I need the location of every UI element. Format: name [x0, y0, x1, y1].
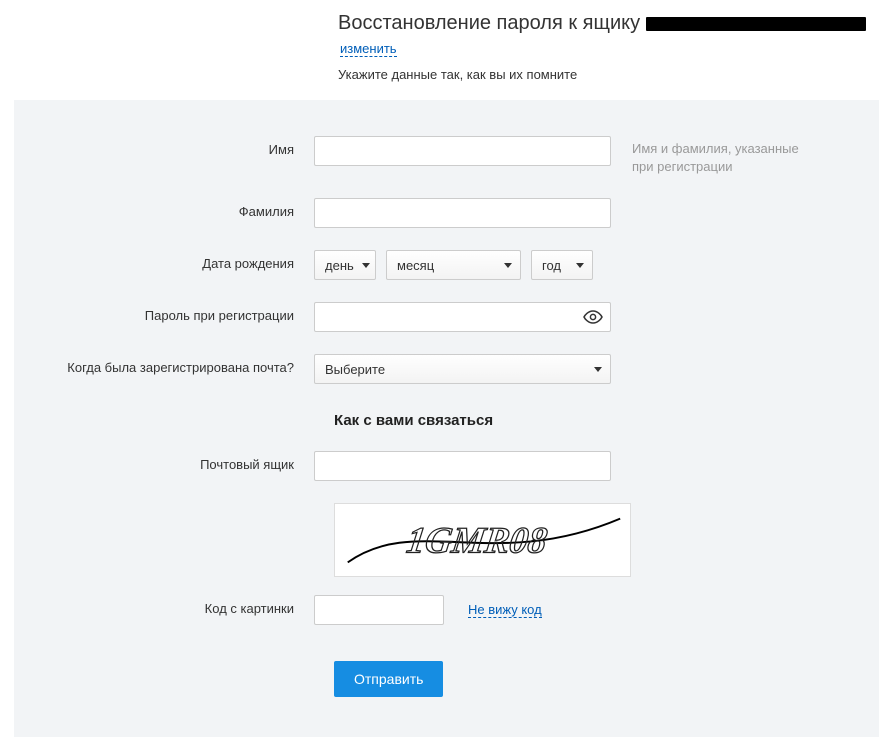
- recovery-form: Имя Имя и фамилия, указанные при регистр…: [14, 100, 879, 737]
- dob-day-select[interactable]: день: [314, 250, 376, 280]
- captcha-text: 1GMR08: [404, 521, 550, 562]
- last-name-input[interactable]: [314, 198, 611, 228]
- title-prefix: Восстановление пароля к ящику: [338, 12, 640, 35]
- label-password: Пароль при регистрации: [14, 302, 314, 323]
- redacted-email: [646, 17, 866, 31]
- dob-month-select[interactable]: месяц: [386, 250, 521, 280]
- submit-button[interactable]: Отправить: [334, 661, 443, 697]
- label-first-name: Имя: [14, 136, 314, 157]
- registered-when-label: Выберите: [325, 362, 385, 377]
- chevron-down-icon: [362, 263, 370, 268]
- page-title: Восстановление пароля к ящику изменить: [338, 12, 893, 57]
- label-last-name: Фамилия: [14, 198, 314, 219]
- chevron-down-icon: [504, 263, 512, 268]
- eye-icon[interactable]: [583, 310, 603, 324]
- page-subtitle: Укажите данные так, как вы их помните: [338, 67, 893, 82]
- change-email-link[interactable]: изменить: [340, 41, 397, 57]
- dob-day-label: день: [325, 258, 354, 273]
- registration-password-input[interactable]: [314, 302, 611, 332]
- chevron-down-icon: [576, 263, 584, 268]
- dob-year-select[interactable]: год: [531, 250, 593, 280]
- mailbox-input[interactable]: [314, 451, 611, 481]
- label-captcha: Код с картинки: [14, 595, 314, 616]
- label-mailbox: Почтовый ящик: [14, 451, 314, 472]
- hint-name: Имя и фамилия, указанные при регистрации: [614, 136, 814, 176]
- section-title-contact: Как с вами связаться: [334, 412, 879, 429]
- chevron-down-icon: [594, 367, 602, 372]
- captcha-image: 1GMR08: [334, 503, 631, 577]
- captcha-refresh-link[interactable]: Не вижу код: [468, 602, 542, 618]
- dob-year-label: год: [542, 258, 561, 273]
- label-dob: Дата рождения: [14, 250, 314, 271]
- first-name-input[interactable]: [314, 136, 611, 166]
- label-registered-when: Когда была зарегистрирована почта?: [14, 354, 314, 375]
- captcha-input[interactable]: [314, 595, 444, 625]
- registered-when-select[interactable]: Выберите: [314, 354, 611, 384]
- dob-month-label: месяц: [397, 258, 434, 273]
